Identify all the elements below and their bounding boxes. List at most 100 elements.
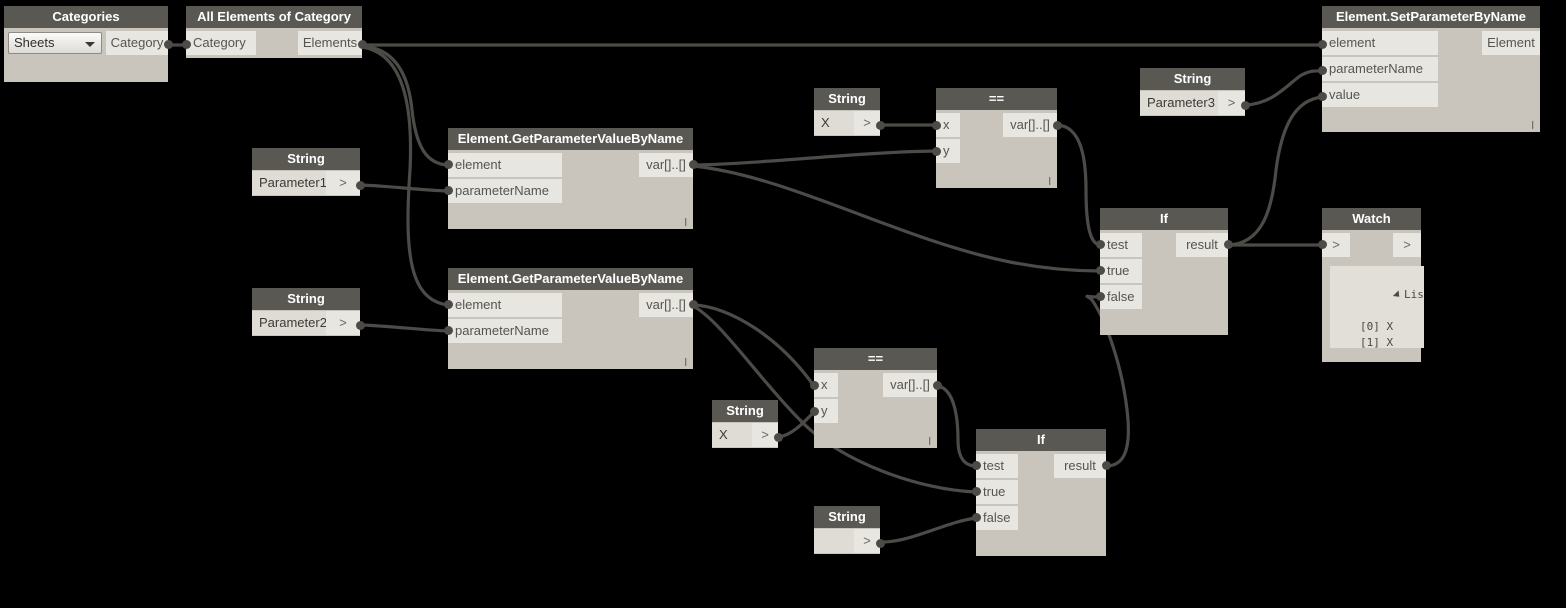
lacing-indicator: l bbox=[684, 217, 687, 229]
port-out-var[interactable]: var[]..[] bbox=[1003, 113, 1057, 137]
port-nub bbox=[444, 300, 453, 309]
port-in-parametername[interactable]: parameterName bbox=[1322, 57, 1438, 81]
node-if-bottom[interactable]: If test true false result bbox=[976, 429, 1106, 556]
lacing-indicator: l bbox=[684, 357, 687, 369]
watch-list-preview[interactable]: List [0] X [1] X [2] X [3] bbox=[1330, 266, 1424, 348]
port-out-string[interactable]: > bbox=[326, 171, 360, 195]
port-in-parametername[interactable]: parameterName bbox=[448, 179, 562, 203]
node-string-parameter2[interactable]: String Parameter2 > bbox=[252, 288, 360, 336]
node-get-parameter-value-by-name-bottom[interactable]: Element.GetParameterValueByName element … bbox=[448, 268, 693, 369]
port-nub bbox=[444, 326, 453, 335]
port-out-result[interactable]: result bbox=[1054, 454, 1106, 478]
port-in-category[interactable]: Category bbox=[186, 31, 256, 55]
port-out-string[interactable]: > bbox=[326, 311, 360, 335]
port-nub bbox=[810, 381, 819, 390]
node-string-empty[interactable]: String > bbox=[814, 506, 880, 554]
port-nub bbox=[164, 40, 173, 49]
port-in-true[interactable]: true bbox=[976, 480, 1018, 504]
port-in-element[interactable]: element bbox=[1322, 31, 1438, 55]
node-title: == bbox=[936, 88, 1057, 110]
watch-list-root-label: List bbox=[1403, 288, 1424, 301]
port-nub bbox=[689, 160, 698, 169]
node-string-x-top[interactable]: String X > bbox=[814, 88, 880, 136]
port-nub bbox=[1241, 101, 1250, 110]
port-nub bbox=[356, 321, 365, 330]
port-out-category[interactable]: Category bbox=[106, 31, 168, 55]
port-out-var[interactable]: var[]..[] bbox=[639, 153, 693, 177]
port-out-element[interactable]: Element bbox=[1482, 31, 1540, 55]
node-set-parameter-by-name[interactable]: Element.SetParameterByName element param… bbox=[1322, 6, 1540, 132]
port-in-false[interactable]: false bbox=[1100, 285, 1142, 309]
port-out-result[interactable]: result bbox=[1176, 233, 1228, 257]
node-categories[interactable]: Categories Sheets Category bbox=[4, 6, 168, 82]
port-nub bbox=[1318, 40, 1327, 49]
port-in-element[interactable]: element bbox=[448, 293, 562, 317]
port-out-var[interactable]: var[]..[] bbox=[639, 293, 693, 317]
node-title: Element.GetParameterValueByName bbox=[448, 268, 693, 290]
port-nub bbox=[444, 186, 453, 195]
port-nub bbox=[810, 407, 819, 416]
node-string-parameter1[interactable]: String Parameter1 > bbox=[252, 148, 360, 196]
port-nub bbox=[1318, 240, 1327, 249]
port-in-true[interactable]: true bbox=[1100, 259, 1142, 283]
category-dropdown[interactable]: Sheets bbox=[8, 32, 102, 54]
node-all-elements-of-category[interactable]: All Elements of Category Category Elemen… bbox=[186, 6, 362, 58]
node-title: String bbox=[814, 88, 880, 110]
node-title: Element.GetParameterValueByName bbox=[448, 128, 693, 150]
port-nub bbox=[1096, 292, 1105, 301]
port-in-element[interactable]: element bbox=[448, 153, 562, 177]
node-watch[interactable]: Watch > > List [0] X [1] X [2] X [3] bbox=[1322, 208, 1424, 362]
watch-list-item: [0] X bbox=[1360, 320, 1394, 333]
port-nub bbox=[774, 433, 783, 442]
node-string-x-bottom[interactable]: String X > bbox=[712, 400, 778, 448]
port-nub bbox=[972, 461, 981, 470]
string-value-input[interactable]: Parameter3 bbox=[1140, 91, 1218, 115]
port-nub bbox=[358, 40, 367, 49]
port-nub bbox=[1102, 461, 1111, 470]
port-in-test[interactable]: test bbox=[976, 454, 1018, 478]
port-nub bbox=[356, 181, 365, 190]
string-value-input[interactable]: Parameter2 bbox=[252, 311, 326, 335]
port-nub bbox=[972, 513, 981, 522]
dynamo-graph-canvas[interactable]: Categories Sheets Category All Elements … bbox=[0, 0, 1566, 608]
watch-list-root[interactable]: List bbox=[1330, 271, 1424, 319]
port-nub bbox=[182, 40, 191, 49]
port-nub bbox=[1053, 121, 1062, 130]
port-nub bbox=[876, 539, 885, 548]
node-title: All Elements of Category bbox=[186, 6, 362, 28]
port-nub bbox=[1224, 240, 1233, 249]
string-value-input[interactable]: X bbox=[814, 111, 854, 135]
port-in-test[interactable]: test bbox=[1100, 233, 1142, 257]
port-in-parametername[interactable]: parameterName bbox=[448, 319, 562, 343]
node-equals-bottom[interactable]: == x y var[]..[] l bbox=[814, 348, 937, 448]
node-if-top[interactable]: If test true false result bbox=[1100, 208, 1228, 335]
port-nub bbox=[1318, 66, 1327, 75]
node-title: If bbox=[1100, 208, 1228, 230]
node-get-parameter-value-by-name-top[interactable]: Element.GetParameterValueByName element … bbox=[448, 128, 693, 229]
lacing-indicator: l bbox=[1531, 120, 1534, 132]
node-title: String bbox=[712, 400, 778, 422]
lacing-indicator: l bbox=[1048, 176, 1051, 188]
node-title: If bbox=[976, 429, 1106, 451]
string-value-input[interactable]: Parameter1 bbox=[252, 171, 326, 195]
port-nub bbox=[932, 121, 941, 130]
node-string-parameter3[interactable]: String Parameter3 > bbox=[1140, 68, 1245, 116]
node-title: String bbox=[814, 506, 880, 528]
node-title: == bbox=[814, 348, 937, 370]
port-nub bbox=[876, 121, 885, 130]
lacing-indicator: l bbox=[928, 436, 931, 448]
port-nub bbox=[933, 381, 942, 390]
port-nub bbox=[932, 147, 941, 156]
port-out-elements[interactable]: Elements bbox=[298, 31, 362, 55]
port-out-watch[interactable]: > bbox=[1393, 233, 1421, 257]
string-value-input[interactable] bbox=[814, 529, 854, 553]
node-title: String bbox=[1140, 68, 1245, 90]
watch-list-item: [1] X bbox=[1360, 336, 1394, 348]
string-value-input[interactable]: X bbox=[712, 423, 752, 447]
node-title: Categories bbox=[4, 6, 168, 28]
expand-triangle-icon[interactable] bbox=[1392, 290, 1403, 300]
port-in-value[interactable]: value bbox=[1322, 83, 1438, 107]
port-in-false[interactable]: false bbox=[976, 506, 1018, 530]
port-out-var[interactable]: var[]..[] bbox=[883, 373, 937, 397]
node-equals-top[interactable]: == x y var[]..[] l bbox=[936, 88, 1057, 188]
